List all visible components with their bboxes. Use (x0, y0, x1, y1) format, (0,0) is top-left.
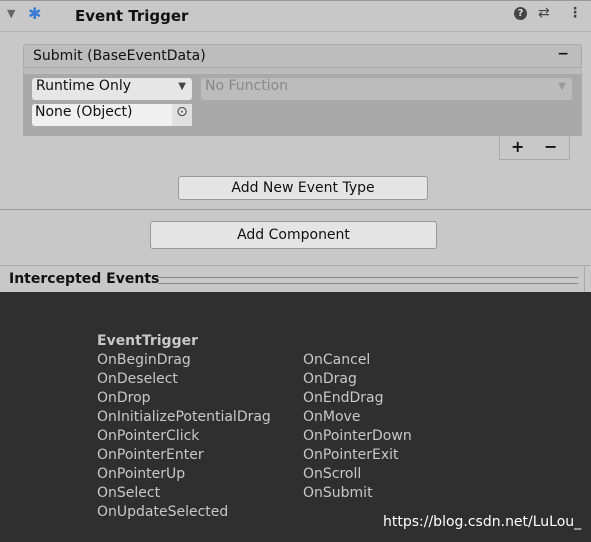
divider (0, 209, 591, 210)
event-item: OnSubmit (303, 485, 373, 501)
event-item: OnEndDrag (303, 390, 384, 406)
event-item: OnDeselect (97, 371, 178, 387)
intercepted-events-title: Intercepted Events (9, 271, 160, 287)
help-icon[interactable]: ? (514, 7, 527, 20)
event-entry-title: Submit (BaseEventData) (33, 48, 206, 64)
object-field[interactable]: None (Object) ⊙ (32, 104, 192, 126)
event-item: OnPointerUp (97, 466, 186, 482)
divider (0, 265, 591, 266)
event-item: OnInitializePotentialDrag (97, 409, 271, 425)
event-item: OnScroll (303, 466, 362, 482)
event-item: OnSelect (97, 485, 161, 501)
event-entry-header: Submit (BaseEventData) − (23, 44, 582, 68)
more-icon[interactable]: ⋮ (568, 5, 582, 21)
chevron-down-icon: ▼ (178, 81, 186, 92)
foldout-arrow-icon[interactable]: ▼ (7, 7, 15, 20)
inspector: ▼ ✱ Event Trigger ? ⇄ ⋮ Submit (BaseEven… (0, 0, 591, 292)
runtime-label: Runtime Only (36, 78, 131, 94)
divider (584, 266, 585, 292)
event-item: OnPointerEnter (97, 447, 204, 463)
event-item: OnPointerDown (303, 428, 412, 444)
drag-handle[interactable] (158, 277, 578, 284)
event-item: OnPointerExit (303, 447, 399, 463)
add-new-event-type-button[interactable]: Add New Event Type (178, 176, 428, 200)
event-item: OnPointerClick (97, 428, 200, 444)
intercepted-events-panel: EventTrigger https://blog.csdn.net/LuLou… (0, 292, 591, 542)
event-list: Runtime Only ▼ No Function ▼ None (Objec… (23, 68, 582, 136)
function-label: No Function (205, 78, 289, 94)
object-picker-icon[interactable]: ⊙ (172, 104, 192, 126)
event-item: OnMove (303, 409, 361, 425)
events-header: EventTrigger (97, 333, 199, 349)
remove-listener-button[interactable]: − (544, 137, 557, 156)
event-item: OnUpdateSelected (97, 504, 229, 520)
object-label: None (Object) (35, 104, 133, 120)
function-dropdown[interactable]: No Function ▼ (201, 78, 572, 100)
component-title: Event Trigger (75, 7, 189, 25)
preset-icon[interactable]: ⇄ (538, 5, 550, 21)
event-item: OnBeginDrag (97, 352, 191, 368)
runtime-dropdown[interactable]: Runtime Only ▼ (32, 78, 192, 100)
event-trigger-icon: ✱ (28, 4, 42, 23)
watermark: https://blog.csdn.net/LuLou_ (383, 514, 582, 530)
event-item: OnDrop (97, 390, 151, 406)
event-item: OnCancel (303, 352, 371, 368)
list-footer: + − (499, 136, 570, 160)
event-item: OnDrag (303, 371, 357, 387)
add-component-button[interactable]: Add Component (150, 221, 437, 249)
chevron-down-icon: ▼ (558, 81, 566, 92)
remove-event-button[interactable]: − (557, 46, 569, 62)
component-header[interactable]: ▼ ✱ Event Trigger ? ⇄ ⋮ (0, 0, 591, 32)
add-listener-button[interactable]: + (511, 137, 524, 156)
